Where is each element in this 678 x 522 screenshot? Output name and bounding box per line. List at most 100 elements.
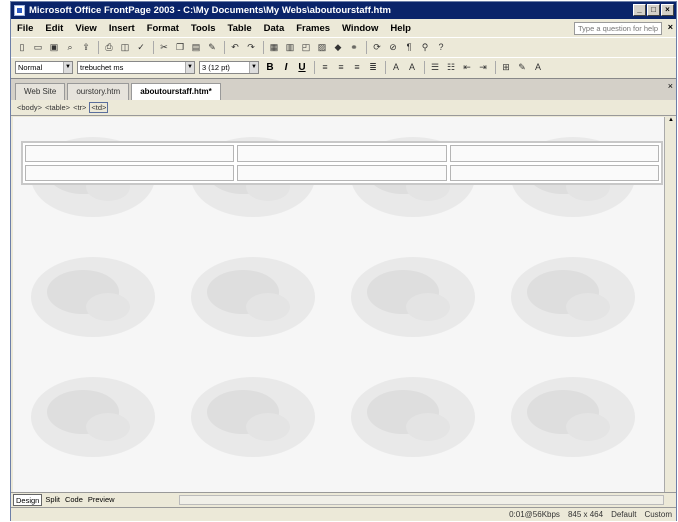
- view-switcher-bar: Design Split Code Preview: [11, 492, 676, 506]
- tag-td[interactable]: <td>: [89, 102, 109, 113]
- menu-help[interactable]: Help: [384, 23, 417, 34]
- custom-mode[interactable]: Custom: [644, 510, 672, 519]
- preview-view-button[interactable]: Preview: [86, 494, 117, 506]
- menu-format[interactable]: Format: [141, 23, 185, 34]
- print-preview-icon[interactable]: ◫: [118, 40, 132, 54]
- menu-bar: File Edit View Insert Format Tools Table…: [11, 20, 676, 37]
- paste-icon[interactable]: ▤: [189, 40, 203, 54]
- doctype-mode[interactable]: Default: [611, 510, 636, 519]
- chevron-down-icon: ▼: [185, 61, 194, 73]
- ask-question-box[interactable]: Type a question for help: [574, 22, 662, 35]
- font-color-icon[interactable]: A: [531, 60, 545, 74]
- toolbar-separator: [224, 40, 225, 54]
- search-icon[interactable]: ⌕: [63, 40, 77, 54]
- font-value: trebuchet ms: [80, 62, 124, 72]
- numbering-icon[interactable]: ☰: [428, 60, 442, 74]
- microsoft-help-icon[interactable]: ⚲: [418, 40, 432, 54]
- align-left-icon[interactable]: ≡: [318, 60, 332, 74]
- design-view-canvas[interactable]: [13, 117, 664, 492]
- spelling-icon[interactable]: ✓: [134, 40, 148, 54]
- stop-icon[interactable]: ⊘: [386, 40, 400, 54]
- menu-frames[interactable]: Frames: [290, 23, 336, 34]
- code-view-button[interactable]: Code: [63, 494, 85, 506]
- vertical-scrollbar[interactable]: ▲: [664, 117, 676, 492]
- font-size-dropdown[interactable]: 3 (12 pt) ▼: [199, 60, 259, 74]
- download-time: 0:01@56Kbps: [509, 510, 560, 519]
- format-painter-icon[interactable]: ✎: [205, 40, 219, 54]
- layout-table[interactable]: [21, 141, 663, 185]
- redo-icon[interactable]: ↷: [244, 40, 258, 54]
- tab-aboutourstaff[interactable]: aboutourstaff.htm*: [131, 83, 221, 100]
- decrease-indent-icon[interactable]: ⇤: [460, 60, 474, 74]
- save-icon[interactable]: ▣: [47, 40, 61, 54]
- minimize-button[interactable]: _: [633, 4, 646, 16]
- print-icon[interactable]: ⎙: [102, 40, 116, 54]
- increase-font-icon[interactable]: A: [389, 60, 403, 74]
- table-cell[interactable]: [237, 145, 447, 162]
- increase-indent-icon[interactable]: ⇥: [476, 60, 490, 74]
- toolbar-separator: [153, 40, 154, 54]
- table-cell[interactable]: [449, 145, 659, 162]
- new-page-icon[interactable]: ▯: [15, 40, 29, 54]
- undo-icon[interactable]: ↶: [228, 40, 242, 54]
- cut-icon[interactable]: ✂: [157, 40, 171, 54]
- split-view-button[interactable]: Split: [43, 494, 62, 506]
- hyperlink-icon[interactable]: ⚭: [347, 40, 361, 54]
- menu-edit[interactable]: Edit: [39, 23, 69, 34]
- table-cell[interactable]: [25, 164, 235, 181]
- tab-ourstory[interactable]: ourstory.htm: [67, 83, 130, 100]
- toolbar-separator: [385, 60, 386, 74]
- title-bar[interactable]: Microsoft Office FrontPage 2003 - C:\My …: [11, 2, 676, 19]
- bullets-icon[interactable]: ☷: [444, 60, 458, 74]
- refresh-icon[interactable]: ⟳: [370, 40, 384, 54]
- menu-window[interactable]: Window: [336, 23, 384, 34]
- menu-insert[interactable]: Insert: [103, 23, 141, 34]
- insert-table-icon[interactable]: ▥: [283, 40, 297, 54]
- toolbar-separator: [314, 60, 315, 74]
- open-icon[interactable]: ▭: [31, 40, 45, 54]
- toolbar-separator: [366, 40, 367, 54]
- menu-table[interactable]: Table: [222, 23, 258, 34]
- bold-icon[interactable]: B: [263, 62, 277, 73]
- align-right-icon[interactable]: ≡: [350, 60, 364, 74]
- design-view-button[interactable]: Design: [13, 493, 43, 506]
- scroll-up-icon[interactable]: ▲: [665, 117, 677, 127]
- style-dropdown[interactable]: Normal ▼: [15, 60, 73, 74]
- table-cell[interactable]: [25, 145, 235, 162]
- web-component-icon[interactable]: ▦: [267, 40, 281, 54]
- publish-icon[interactable]: ⇪: [79, 40, 93, 54]
- table-cell[interactable]: [237, 164, 447, 181]
- insert-layer-icon[interactable]: ◰: [299, 40, 313, 54]
- tag-tr[interactable]: <tr>: [73, 103, 86, 112]
- toolbar-separator: [495, 60, 496, 74]
- decrease-font-icon[interactable]: A: [405, 60, 419, 74]
- tab-web-site[interactable]: Web Site: [15, 83, 66, 100]
- page-dimensions[interactable]: 845 x 464: [568, 510, 603, 519]
- horizontal-scrollbar[interactable]: [179, 495, 664, 505]
- drawing-icon[interactable]: ◆: [331, 40, 345, 54]
- menu-tools[interactable]: Tools: [185, 23, 222, 34]
- menu-data[interactable]: Data: [258, 23, 291, 34]
- borders-icon[interactable]: ⊞: [499, 60, 513, 74]
- copy-icon[interactable]: ❐: [173, 40, 187, 54]
- italic-icon[interactable]: I: [279, 62, 293, 73]
- align-center-icon[interactable]: ≡: [334, 60, 348, 74]
- tag-table[interactable]: <table>: [45, 103, 70, 112]
- document-close-icon[interactable]: ×: [668, 22, 673, 32]
- frontpage-app-icon[interactable]: [14, 5, 25, 16]
- maximize-button[interactable]: □: [647, 4, 660, 16]
- table-cell[interactable]: [449, 164, 659, 181]
- tag-body[interactable]: <body>: [17, 103, 42, 112]
- justify-icon[interactable]: ≣: [366, 60, 380, 74]
- close-button[interactable]: ×: [661, 4, 674, 16]
- font-dropdown[interactable]: trebuchet ms ▼: [77, 60, 195, 74]
- show-formatting-icon[interactable]: ¶: [402, 40, 416, 54]
- formatting-toolbar: Normal ▼ trebuchet ms ▼ 3 (12 pt) ▼ B I U ≡…: [11, 57, 676, 76]
- insert-picture-icon[interactable]: ▨: [315, 40, 329, 54]
- highlight-icon[interactable]: ✎: [515, 60, 529, 74]
- menu-view[interactable]: View: [69, 23, 102, 34]
- menu-file[interactable]: File: [11, 23, 39, 34]
- help-icon[interactable]: ?: [434, 40, 448, 54]
- underline-icon[interactable]: U: [295, 62, 309, 73]
- close-tab-icon[interactable]: ×: [668, 81, 673, 91]
